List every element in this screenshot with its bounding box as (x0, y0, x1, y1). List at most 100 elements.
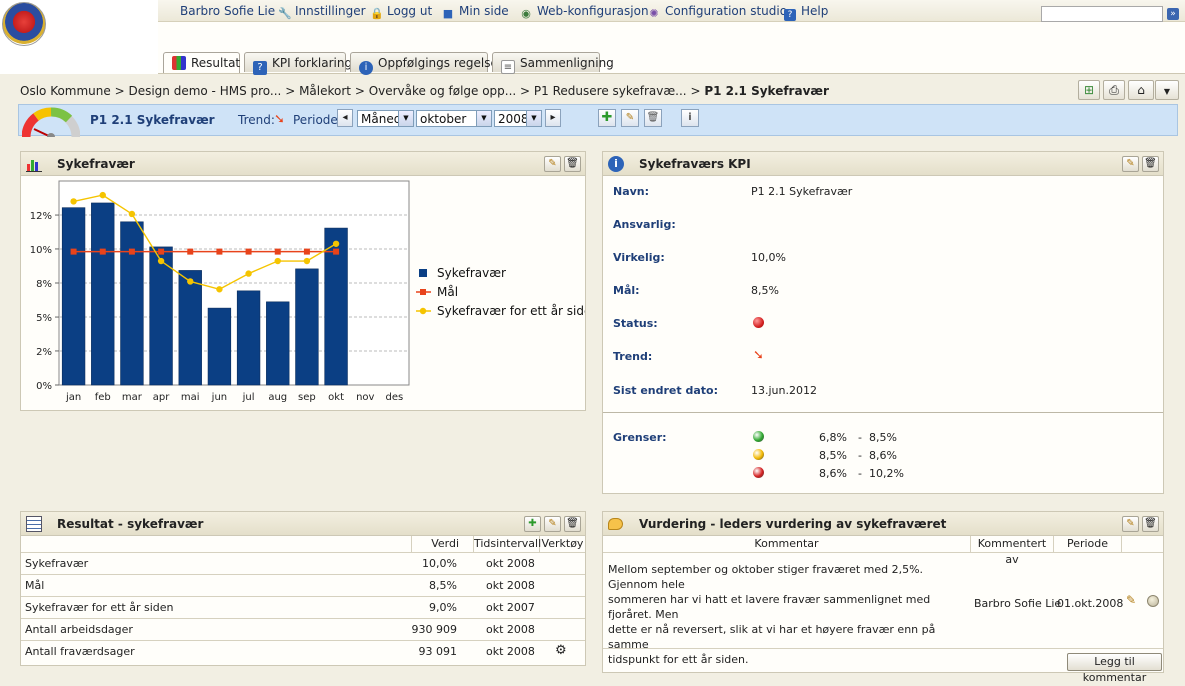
kpi-actual-value: 10,0% (751, 251, 786, 264)
tab-sammenligning[interactable]: ≡ Sammenligning (492, 52, 614, 74)
x-tick-label: mar (122, 392, 143, 403)
kpi-panel: i Sykefraværs KPI ✎ 🗑 Navn: P1 2.1 Sykef… (602, 151, 1164, 494)
tool-icon[interactable]: ⚙ (555, 643, 567, 658)
table-row[interactable]: Antall fraværdsager 93 091 okt 2008 ⚙ (21, 640, 585, 662)
search-input[interactable] (1041, 6, 1163, 22)
search-go-icon[interactable]: » (1167, 8, 1179, 20)
breadcrumb-item[interactable]: P1 Redusere sykefravæ... (534, 84, 687, 98)
my-page-link[interactable]: ■ Min side (442, 4, 509, 20)
bar-chart-icon (26, 160, 42, 172)
logout-link[interactable]: 🔒 Logg ut (370, 4, 432, 20)
kpi-panel-header: i Sykefraværs KPI ✎ 🗑 (603, 152, 1163, 176)
table-row[interactable]: Sykefravær for ett år siden 9,0% okt 2007 (21, 596, 585, 618)
oslo-kommune-logo (2, 2, 46, 46)
info-icon: i (688, 112, 692, 123)
edit-button[interactable]: ✎ (621, 109, 639, 127)
tab-resultat[interactable]: Resultat (163, 52, 240, 73)
add-button[interactable]: ✚ (598, 109, 616, 127)
y-tick-label: 8% (36, 279, 52, 290)
tab-oppfolgings-regelsett[interactable]: i Oppfølgings regelsett (350, 52, 507, 75)
period-type-select[interactable]: Måned ▼ (357, 110, 414, 127)
y-tick-label: 12% (30, 211, 52, 222)
edit-kpi-button[interactable]: ✎ (1122, 156, 1139, 172)
kpi-target-value: 8,5% (751, 284, 779, 297)
previous-period-button[interactable]: ◂ (337, 109, 353, 127)
table-row[interactable]: Antall arbeidsdager 930 909 okt 2008 (21, 618, 585, 640)
next-period-button[interactable]: ▸ (545, 109, 561, 127)
edit-result-button[interactable]: ✎ (544, 516, 561, 532)
legend-swatch (419, 269, 427, 277)
month-select[interactable]: oktober ▼ (416, 110, 492, 127)
point-mal (99, 248, 106, 255)
column-header[interactable]: Kommentert av (971, 536, 1054, 566)
row-name: Mål (25, 579, 45, 592)
help-book-icon: ? (253, 61, 267, 75)
legend-label: Mål (437, 285, 458, 299)
limit-from: 8,6% (819, 467, 847, 480)
chevron-down-icon: ▼ (476, 111, 491, 126)
column-header: Kommentar (603, 536, 971, 552)
limit-to: 10,2% (869, 467, 904, 480)
row-name: Sykefravær for ett år siden (25, 601, 174, 614)
row-interval: okt 2008 (486, 623, 535, 636)
kpi-field-label: Virkelig: (613, 251, 665, 264)
trash-icon: 🗑 (566, 158, 579, 169)
user-link[interactable]: Barbro Sofie Lie (180, 4, 275, 18)
divider (603, 412, 1163, 413)
document-icon: ≡ (501, 60, 515, 74)
add-result-button[interactable]: ✚ (524, 516, 541, 532)
breadcrumb-item[interactable]: Overvåke og følge opp... (369, 84, 517, 98)
print-button[interactable]: ⎙ (1103, 80, 1125, 100)
chart-legend: Sykefravær Mål Sykefravær for ett år siden (416, 266, 585, 318)
chart-panel: Sykefravær ✎ 🗑 0% 2% 5% 8% 10% 12% jan feb mar a… (20, 151, 586, 411)
delete-comment-panel-button[interactable]: 🗑 (1142, 516, 1159, 532)
row-name: Sykefravær (25, 557, 89, 570)
config-studio-link[interactable]: ✺ Configuration studio (648, 4, 787, 20)
point-mal (187, 248, 194, 255)
info-button[interactable]: i (681, 109, 699, 127)
limit-from: 8,5% (819, 449, 847, 462)
comment-panel-title: Vurdering - leders vurdering av sykefrav… (639, 517, 947, 531)
limits-label: Grenser: (613, 431, 667, 444)
delete-result-button[interactable]: 🗑 (564, 516, 581, 532)
delete-button[interactable]: 🗑 (644, 109, 662, 127)
delete-kpi-button[interactable]: 🗑 (1142, 156, 1159, 172)
home-dropdown-button[interactable]: ▼ (1155, 80, 1179, 100)
edit-comment-panel-button[interactable]: ✎ (1122, 516, 1139, 532)
edit-chart-button[interactable]: ✎ (544, 156, 561, 172)
home-icon: ⌂ (1137, 83, 1145, 97)
y-tick-label: 10% (30, 245, 52, 256)
help-link[interactable]: ? Help (784, 4, 828, 21)
breadcrumb-item[interactable]: Målekort (299, 84, 351, 98)
row-value: 10,0% (422, 557, 457, 570)
kpi-field-label: Sist endret dato: (613, 384, 718, 397)
home-button[interactable]: ⌂ (1128, 80, 1154, 100)
tab-kpi-forklaring[interactable]: ? KPI forklaring (244, 52, 352, 75)
breadcrumb-item[interactable]: Oslo Kommune (20, 84, 111, 98)
column-header[interactable]: Periode (1054, 536, 1122, 552)
column-header[interactable]: Tidsintervall (474, 536, 541, 552)
chevron-down-icon: ▼ (1163, 87, 1171, 96)
table-row[interactable]: Sykefravær 10,0% okt 2008 (21, 552, 585, 574)
gauge-icon (22, 107, 80, 137)
point-last-year (245, 270, 252, 277)
hierarchy-button[interactable]: ⊞ (1078, 80, 1100, 100)
delete-comment-icon[interactable] (1147, 595, 1159, 607)
column-header[interactable]: Verdi (412, 536, 474, 552)
chart-icon (172, 56, 186, 70)
chart-panel-header: Sykefravær ✎ 🗑 (21, 152, 585, 176)
pencil-icon: ✎ (1126, 158, 1135, 169)
breadcrumb-item[interactable]: Design demo - HMS pro... (128, 84, 281, 98)
table-row[interactable]: Mål 8,5% okt 2008 (21, 574, 585, 596)
year-select[interactable]: 2008 ▼ (494, 110, 542, 127)
sykefravaer-chart: 0% 2% 5% 8% 10% 12% jan feb mar apr mai jun jul aug s… (30, 180, 585, 403)
web-config-link[interactable]: ◉ Web-konfigurasjon (520, 4, 648, 20)
bar-sykefravaer (178, 270, 202, 386)
trash-icon: 🗑 (566, 518, 579, 529)
point-last-year (70, 198, 77, 205)
bar-sykefravaer (120, 221, 144, 386)
edit-comment-pencil-icon[interactable]: ✎ (1126, 593, 1136, 607)
add-comment-button[interactable]: Legg til kommentar (1067, 653, 1162, 684)
delete-chart-button[interactable]: 🗑 (564, 156, 581, 172)
settings-link[interactable]: 🔧 Innstillinger (278, 4, 366, 20)
